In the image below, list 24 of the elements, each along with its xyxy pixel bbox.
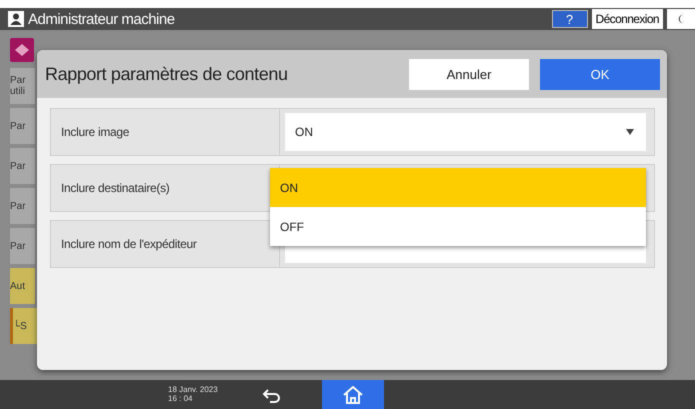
home-icon xyxy=(343,386,363,404)
menu-item[interactable]: Par utili xyxy=(10,68,35,104)
help-button[interactable]: ? xyxy=(552,10,588,28)
header-title: Administrateur machine xyxy=(28,10,175,28)
dropdown-option[interactable]: ON xyxy=(270,168,646,207)
cancel-button[interactable]: Annuler xyxy=(409,58,529,90)
caret-icon xyxy=(626,129,634,135)
menu-item[interactable]: Par xyxy=(10,148,35,184)
menu-item[interactable]: Par xyxy=(10,188,35,224)
menu-item[interactable]: Par xyxy=(10,108,35,144)
menu-item[interactable]: Par xyxy=(10,228,35,264)
dropdown-option[interactable]: OFF xyxy=(270,207,646,246)
setting-label: Inclure image xyxy=(51,109,280,155)
select-field[interactable]: ON xyxy=(285,113,646,151)
user-icon xyxy=(8,11,24,27)
home-button[interactable] xyxy=(322,380,384,409)
menu-item[interactable]: Aut xyxy=(10,268,35,304)
ok-button[interactable]: OK xyxy=(540,58,660,90)
logout-button[interactable]: Déconnexion xyxy=(592,9,663,29)
app-icon[interactable] xyxy=(10,38,34,62)
dialog-title: Rapport paramètres de contenu xyxy=(45,64,288,84)
date-time: 18 Janv. 2023 16 : 04 xyxy=(168,386,219,404)
back-icon[interactable] xyxy=(262,386,282,402)
menu-item[interactable]: └S xyxy=(10,308,38,344)
